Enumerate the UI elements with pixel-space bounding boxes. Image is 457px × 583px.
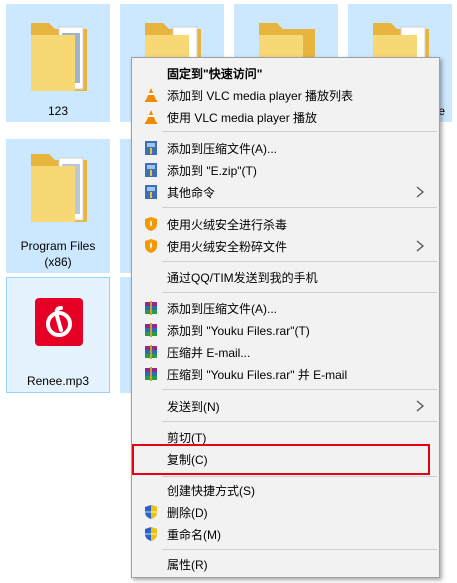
menu-separator	[162, 131, 437, 132]
menu-item-huorong-shred[interactable]: 使用火绒安全粉碎文件	[134, 235, 437, 257]
file-label: Renee.mp3	[26, 374, 90, 388]
archive-icon	[145, 185, 157, 199]
winrar-books-icon	[145, 323, 157, 337]
menu-item-create-shortcut[interactable]: 创建快捷方式(S)	[134, 479, 437, 501]
uac-shield-icon	[145, 505, 157, 519]
menu-item-vlc-add-playlist[interactable]: 添加到 VLC media player 播放列表	[134, 84, 437, 106]
chevron-right-icon	[416, 240, 425, 252]
menu-item-properties[interactable]: 属性(R)	[134, 553, 437, 575]
vlc-cone-icon	[145, 88, 157, 102]
menu-item-send-to[interactable]: 发送到(N)	[134, 395, 437, 417]
folder-icon	[31, 23, 87, 91]
menu-separator	[162, 421, 437, 422]
folder-tile-123[interactable]: 123	[6, 4, 110, 122]
winrar-books-icon	[145, 301, 157, 315]
menu-separator	[162, 476, 437, 477]
menu-item-add-archive[interactable]: 添加到压缩文件(A)...	[134, 137, 437, 159]
menu-item-other-commands[interactable]: 其他命令	[134, 181, 437, 203]
archive-icon	[145, 141, 157, 155]
folder-label: 123	[47, 104, 69, 118]
vlc-cone-icon	[145, 110, 157, 124]
uac-shield-icon	[145, 527, 157, 541]
file-tile-renee-mp3[interactable]: Renee.mp3	[6, 277, 110, 393]
menu-separator	[162, 261, 437, 262]
menu-item-vlc-play[interactable]: 使用 VLC media player 播放	[134, 106, 437, 128]
menu-separator	[162, 549, 437, 550]
chevron-right-icon	[416, 400, 425, 412]
copy-highlight-box	[132, 444, 430, 475]
winrar-books-icon	[145, 367, 157, 381]
menu-separator	[162, 207, 437, 208]
huorong-shield-icon	[145, 217, 157, 231]
archive-icon	[145, 163, 157, 177]
menu-item-add-ezip[interactable]: 添加到 "E.zip"(T)	[134, 159, 437, 181]
menu-item-rar-add-archive[interactable]: 添加到压缩文件(A)...	[134, 297, 437, 319]
menu-separator	[162, 292, 437, 293]
menu-item-rar-compress-email[interactable]: 压缩并 E-mail...	[134, 341, 437, 363]
folder-label: Program Files (x86)	[20, 239, 96, 269]
menu-item-rar-compress-youku-email[interactable]: 压缩到 "Youku Files.rar" 并 E-mail	[134, 363, 437, 385]
chevron-right-icon	[416, 186, 425, 198]
menu-item-rar-add-youku[interactable]: 添加到 "Youku Files.rar"(T)	[134, 319, 437, 341]
netease-music-icon	[35, 298, 83, 346]
menu-item-delete[interactable]: 删除(D)	[134, 501, 437, 523]
winrar-books-icon	[145, 345, 157, 359]
menu-item-huorong-scan[interactable]: 使用火绒安全进行杀毒	[134, 213, 437, 235]
folder-tile-program-files-x86[interactable]: Program Files (x86)	[6, 139, 110, 273]
menu-separator	[162, 389, 437, 390]
context-menu: 固定到"快速访问" 添加到 VLC media player 播放列表 使用 V…	[131, 57, 440, 578]
huorong-shield-icon	[145, 239, 157, 253]
menu-item-send-qq-phone[interactable]: 通过QQ/TIM发送到我的手机	[134, 266, 437, 288]
menu-item-rename[interactable]: 重命名(M)	[134, 523, 437, 545]
folder-icon	[31, 154, 87, 222]
menu-item-pin-quick-access[interactable]: 固定到"快速访问"	[134, 62, 437, 84]
